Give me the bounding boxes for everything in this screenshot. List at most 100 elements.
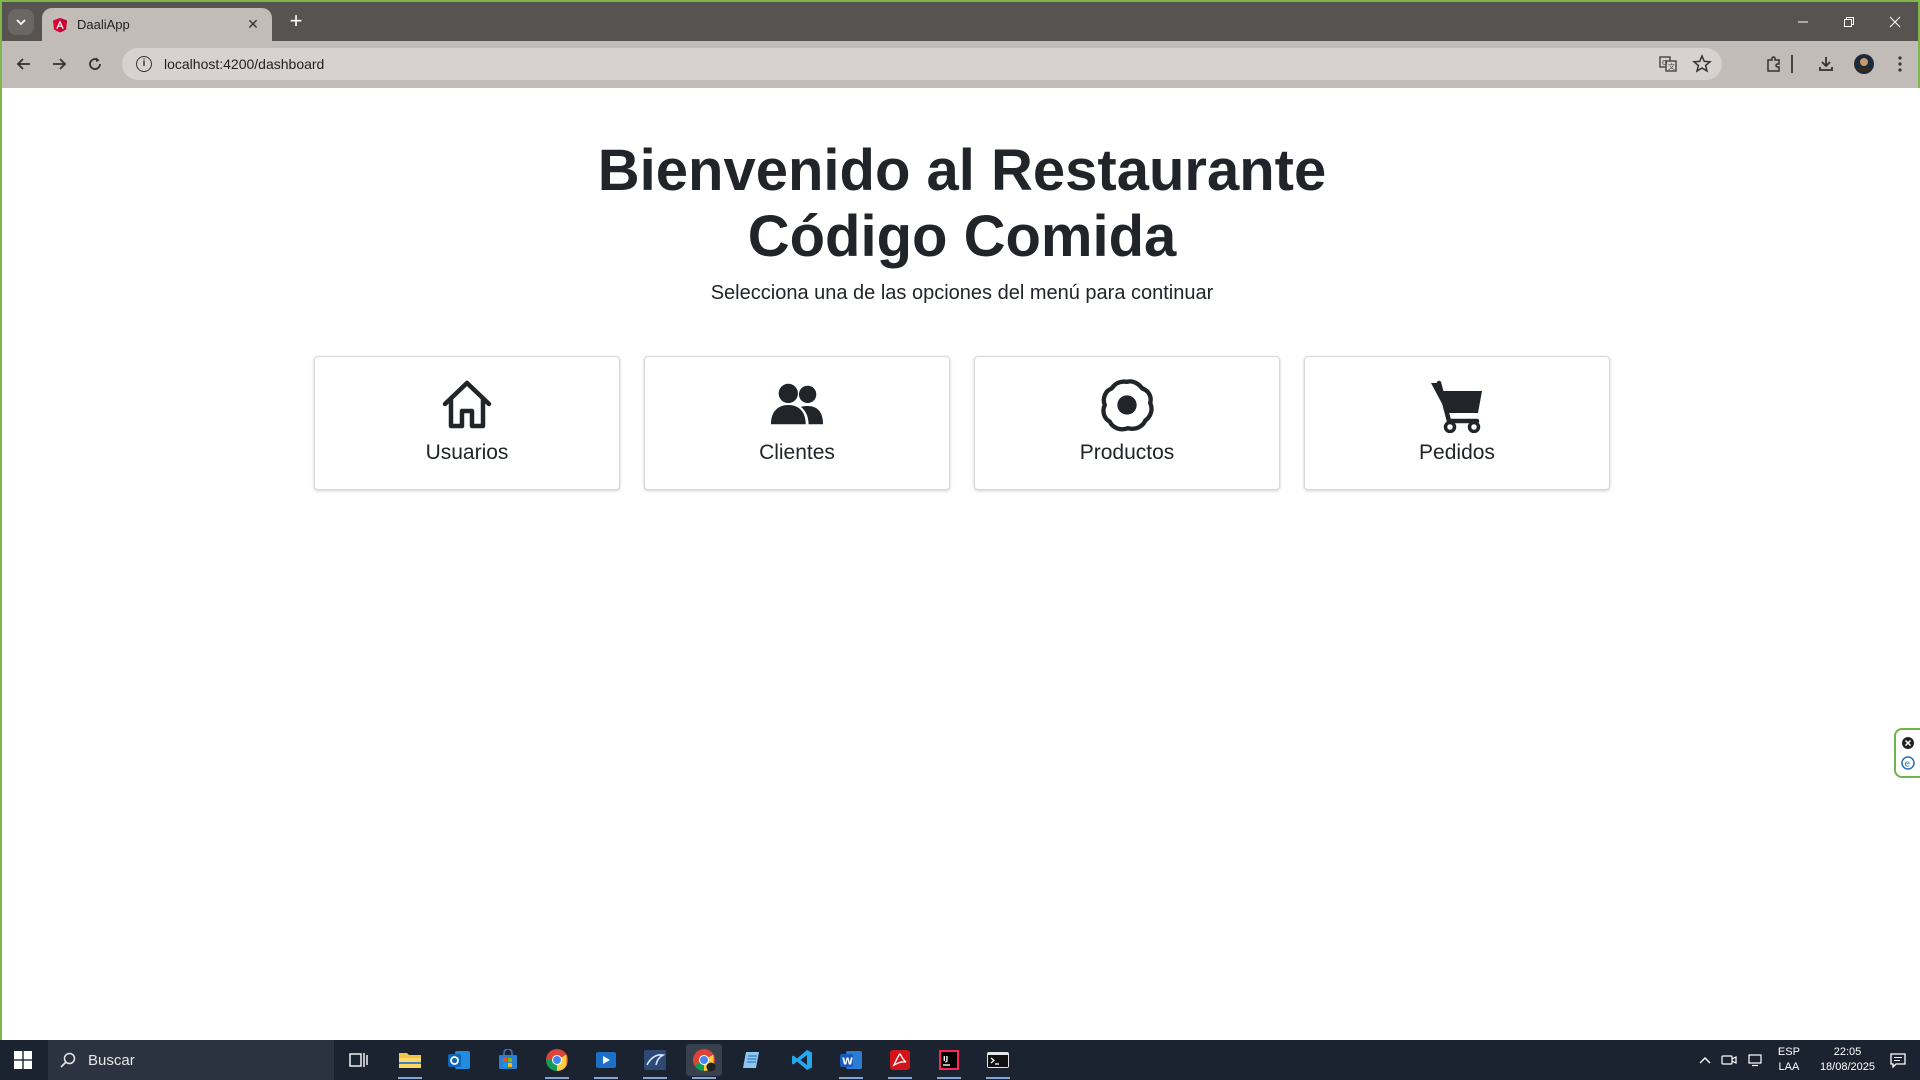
minimize-icon [1798, 21, 1808, 22]
card-productos[interactable]: Productos [974, 356, 1280, 490]
forward-button[interactable] [47, 52, 71, 76]
kebab-menu-icon [1898, 56, 1902, 72]
browser-toolbar: i localhost:4200/dashboard G文 [2, 41, 1918, 88]
tab-search-button[interactable] [8, 9, 34, 35]
extensions-button[interactable] [1762, 52, 1786, 76]
card-label: Usuarios [425, 441, 509, 464]
folder-icon [399, 1053, 421, 1068]
page-content: Bienvenido al Restaurante Código Comida … [4, 88, 1920, 1042]
reload-button[interactable] [83, 52, 107, 76]
new-tab-button[interactable]: + [284, 10, 308, 34]
close-circle-icon[interactable] [1901, 736, 1915, 750]
svg-text:W: W [842, 1057, 853, 1068]
puzzle-icon [1767, 56, 1780, 72]
chevron-up-icon [1699, 1057, 1711, 1064]
profile-avatar[interactable] [1852, 52, 1876, 76]
page-subtitle: Selecciona una de las opciones del menú … [710, 282, 1214, 304]
card-usuarios[interactable]: Usuarios [314, 356, 620, 490]
tab-active[interactable]: DaaliApp ✕ [42, 8, 272, 41]
card-clientes[interactable]: Clientes [644, 356, 950, 490]
taskbar-app-vscode[interactable] [784, 1044, 820, 1076]
taskbar-app-word[interactable]: W [833, 1044, 869, 1079]
bookmark-star-icon[interactable] [1692, 54, 1712, 74]
taskbar-search[interactable]: Buscar [48, 1040, 334, 1080]
chrome-profile-icon [693, 1049, 716, 1072]
avatar-icon [1854, 54, 1874, 74]
intellij-icon: IJ [939, 1050, 959, 1070]
taskbar-app-chrome-active[interactable] [686, 1044, 722, 1079]
clock-time: 22:05 [1833, 1046, 1862, 1058]
address-bar[interactable]: i localhost:4200/dashboard G文 [122, 48, 1722, 80]
taskbar: Buscar W IJ ESP LAA 22:05 18/08/2025 [0, 1040, 1920, 1080]
chevron-down-icon [16, 19, 26, 26]
cart-icon [1429, 377, 1485, 433]
notifications-button[interactable] [1890, 1052, 1906, 1068]
translate-icon[interactable]: G文 [1658, 54, 1678, 74]
meet-now-button[interactable] [1721, 1053, 1737, 1067]
language-indicator[interactable]: ESP LAA [1778, 1045, 1800, 1075]
task-view-icon [349, 1053, 368, 1067]
network-button[interactable] [1747, 1053, 1763, 1067]
reload-icon [89, 57, 101, 70]
browser-menu-button[interactable] [1888, 52, 1912, 76]
notepad-icon [743, 1052, 759, 1068]
arrow-left-icon [16, 58, 30, 70]
taskbar-app-notepad[interactable] [735, 1044, 771, 1076]
card-pedidos[interactable]: Pedidos [1304, 356, 1610, 490]
start-button[interactable] [0, 1040, 46, 1080]
window-controls [1780, 2, 1918, 41]
taskbar-app-store[interactable] [490, 1044, 526, 1076]
keyboard-layout: LAA [1778, 1061, 1800, 1073]
store-icon [499, 1049, 517, 1069]
back-button[interactable] [12, 52, 36, 76]
restore-icon [1844, 16, 1854, 27]
notification-icon [1890, 1053, 1906, 1068]
system-tray: ESP LAA 22:05 18/08/2025 [1694, 1040, 1920, 1080]
tab-title: DaaliApp [77, 17, 130, 32]
vscode-icon [792, 1050, 812, 1070]
task-view-button[interactable] [341, 1044, 377, 1076]
card-label: Productos [1079, 441, 1175, 464]
taskbar-app-outlook[interactable] [441, 1044, 477, 1076]
pdf-icon [890, 1050, 910, 1070]
media-player-icon [596, 1052, 616, 1068]
taskbar-app-file-explorer[interactable] [392, 1044, 428, 1079]
people-icon [769, 377, 825, 433]
card-label: Pedidos [1419, 441, 1495, 464]
show-hidden-icons-button[interactable] [1699, 1055, 1711, 1065]
clock-date: 18/08/2025 [1819, 1061, 1875, 1073]
close-window-button[interactable] [1872, 2, 1918, 41]
search-icon [60, 1052, 76, 1068]
page-title-line2: Código Comida [747, 204, 1177, 269]
outlook-icon [448, 1051, 470, 1069]
svg-text:IJ: IJ [943, 1055, 948, 1063]
tab-bar: DaaliApp ✕ + [2, 2, 1918, 41]
house-icon [439, 377, 495, 433]
taskbar-app-intellij[interactable]: IJ [931, 1044, 967, 1079]
minimize-button[interactable] [1780, 2, 1826, 41]
restore-button[interactable] [1826, 2, 1872, 41]
terminal-icon [987, 1052, 1009, 1068]
taskbar-app-acrobat[interactable] [882, 1044, 918, 1079]
page-title-line1: Bienvenido al Restaurante [597, 138, 1327, 203]
network-icon [1748, 1054, 1762, 1067]
taskbar-app-terminal[interactable] [980, 1044, 1016, 1079]
menu-cards: Usuarios Clientes Productos Pedidos [314, 356, 1610, 490]
svg-text:G: G [1662, 59, 1667, 67]
windows-logo-icon [14, 1051, 32, 1069]
taskbar-app-mysql-workbench[interactable] [637, 1044, 673, 1079]
word-icon: W [840, 1051, 862, 1069]
extension-logo-icon[interactable]: e [1901, 756, 1915, 770]
toolbar-divider [1788, 52, 1796, 76]
site-info-icon[interactable]: i [136, 56, 152, 72]
downloads-button[interactable] [1814, 52, 1838, 76]
tab-close-icon[interactable]: ✕ [244, 16, 262, 33]
taskbar-app-chrome[interactable] [539, 1044, 575, 1079]
taskbar-app-media[interactable] [588, 1044, 624, 1079]
page-title: Bienvenido al Restaurante Código Comida [4, 138, 1920, 270]
arrow-right-icon [53, 58, 67, 70]
clock[interactable]: 22:05 18/08/2025 [1820, 1045, 1875, 1075]
dolphin-icon [644, 1050, 666, 1070]
card-label: Clientes [759, 441, 835, 464]
language-code: ESP [1777, 1046, 1800, 1058]
